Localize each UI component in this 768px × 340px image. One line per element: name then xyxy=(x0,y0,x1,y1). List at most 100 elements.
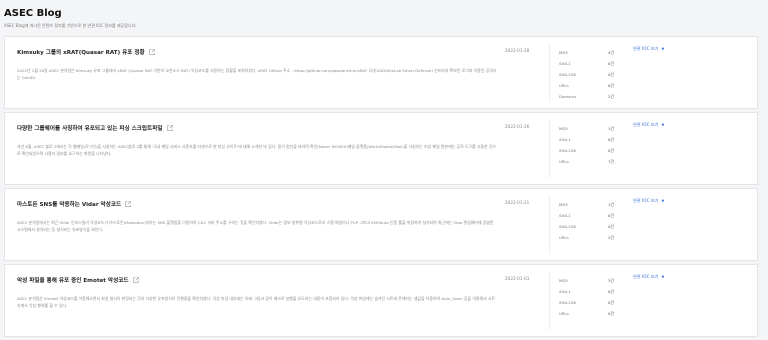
post-card: Kimsuky 그룹의 xRAT(Quasar RAT) 유포 정황 2022-… xyxy=(4,36,758,109)
view-ioc-label[interactable]: 연관 IOC 보기 xyxy=(633,46,659,52)
post-date: 2022-01-26 xyxy=(505,124,530,129)
post-description: ASEC 분석팀에서는 최근 Vidar 인포스틸러 악성코드가 마스토돈(Ma… xyxy=(17,220,494,232)
stat-sha1: SHA-1 0건 xyxy=(559,134,614,145)
stat-count: 0건 xyxy=(607,136,614,142)
view-ioc-button[interactable]: 연관 IOC 보기 ▼ xyxy=(633,198,664,204)
stat-label: URLs xyxy=(559,159,569,164)
stat-count: 0건 xyxy=(607,288,614,294)
post-content: Kimsuky 그룹의 xRAT(Quasar RAT) 유포 정황 2022-… xyxy=(17,37,552,108)
post-title-link[interactable]: 악성 파일을 통해 유포 중인 Emotet 악성코드 xyxy=(17,276,139,284)
stat-sha256: SHA-256 0건 xyxy=(559,69,614,80)
stat-md5: MD5 1건 xyxy=(559,123,614,134)
stat-count: 4건 xyxy=(607,49,614,55)
stat-sha1: SHA-1 0건 xyxy=(559,58,614,69)
page-title: ASEC Blog xyxy=(4,8,62,19)
stat-label: MD5 xyxy=(559,50,568,55)
stat-sha1: SHA-1 0건 xyxy=(559,286,614,297)
caret-down-icon[interactable]: ▼ xyxy=(662,275,665,279)
stat-urls: URLs 7건 xyxy=(559,156,614,167)
post-card: 다양한 그룹웨어를 사칭하여 유포되고 있는 피싱 스크립트파일 2022-01… xyxy=(4,112,758,185)
stat-label: URLs xyxy=(559,235,569,240)
view-ioc-button[interactable]: 연관 IOC 보기 ▼ xyxy=(633,46,664,52)
ioc-stats: MD5 1건 SHA-1 0건 SHA-256 0건 URLs 2건 xyxy=(559,199,614,243)
stat-sha256: SHA-256 0건 xyxy=(559,297,614,308)
stat-count: 0건 xyxy=(607,223,614,229)
post-date: 2022-01-03 xyxy=(505,276,530,281)
external-link-icon[interactable] xyxy=(132,277,139,283)
view-ioc-button[interactable]: 연관 IOC 보기 ▼ xyxy=(633,274,664,280)
page-subtitle: ASEC Blog에 게시된 콘텐츠 정보를 기반으로 한 연관 IOC 정보를… xyxy=(4,23,137,28)
stat-count: 7건 xyxy=(607,158,614,164)
divider xyxy=(549,119,550,178)
caret-down-icon[interactable]: ▼ xyxy=(662,199,665,203)
view-ioc-label[interactable]: 연관 IOC 보기 xyxy=(633,274,659,280)
stat-label: SHA-1 xyxy=(559,61,571,66)
post-content: 악성 파일을 통해 유포 중인 Emotet 악성코드 2022-01-03 A… xyxy=(17,265,552,336)
stat-label: SHA-256 xyxy=(559,148,576,153)
view-ioc-label[interactable]: 연관 IOC 보기 xyxy=(633,198,659,204)
view-ioc-label[interactable]: 연관 IOC 보기 xyxy=(633,122,659,128)
post-date: 2022-01-28 xyxy=(505,48,530,53)
stat-md5: MD5 1건 xyxy=(559,199,614,210)
stat-count: 0건 xyxy=(607,310,614,316)
stat-md5: MD5 4건 xyxy=(559,47,614,58)
caret-down-icon[interactable]: ▼ xyxy=(662,47,665,51)
ioc-stats: MD5 4건 SHA-1 0건 SHA-256 0건 URLs 0건 Domains 2건 xyxy=(559,47,614,102)
post-title[interactable]: 마스토돈 SNS를 악용하는 Vidar 악성코드 xyxy=(17,200,121,208)
external-link-icon[interactable] xyxy=(148,49,155,55)
stat-label: URLs xyxy=(559,83,569,88)
divider xyxy=(549,43,550,102)
stat-md5: MD5 3건 xyxy=(559,275,614,286)
external-link-icon[interactable] xyxy=(125,201,131,207)
post-description: 과년 6월, ASEC 블로그에서는 각 웹메일(로그인)을 사칭하는 ASEC… xyxy=(17,144,496,156)
ioc-stats: MD5 1건 SHA-1 0건 SHA-256 0건 URLs 7건 xyxy=(559,123,614,167)
stat-count: 3건 xyxy=(607,277,614,283)
caret-down-icon[interactable]: ▼ xyxy=(662,123,665,127)
stat-sha256: SHA-256 0건 xyxy=(559,221,614,232)
stat-count: 0건 xyxy=(607,71,614,77)
post-date: 2022-01-21 xyxy=(505,200,530,205)
stat-urls: URLs 0건 xyxy=(559,308,614,319)
stat-urls: URLs 0건 xyxy=(559,80,614,91)
stat-label: URLs xyxy=(559,311,569,316)
post-title-link[interactable]: Kimsuky 그룹의 xRAT(Quasar RAT) 유포 정황 xyxy=(17,48,155,56)
stat-urls: URLs 2건 xyxy=(559,232,614,243)
stat-count: 1건 xyxy=(607,125,614,131)
stat-label: SHA-1 xyxy=(559,137,571,142)
post-title[interactable]: Kimsuky 그룹의 xRAT(Quasar RAT) 유포 정황 xyxy=(17,48,145,56)
stat-count: 2건 xyxy=(607,93,614,99)
stat-count: 0건 xyxy=(607,147,614,153)
stat-sha256: SHA-256 0건 xyxy=(559,145,614,156)
page-header: ASEC Blog ASEC Blog에 게시된 콘텐츠 정보를 기반으로 한 … xyxy=(0,0,768,36)
stat-label: SHA-256 xyxy=(559,300,576,305)
post-content: 다양한 그룹웨어를 사칭하여 유포되고 있는 피싱 스크립트파일 2022-01… xyxy=(17,113,552,184)
stat-count: 0건 xyxy=(607,212,614,218)
divider xyxy=(549,271,550,330)
post-description: 2022년 1월 26일 ASEC 분석팀은 Kimsuky 유포 그룹에서 x… xyxy=(17,68,497,80)
stat-label: MD5 xyxy=(559,126,568,131)
stat-count: 0건 xyxy=(607,82,614,88)
stat-count: 1건 xyxy=(607,201,614,207)
stat-domains: Domains 2건 xyxy=(559,91,614,102)
divider xyxy=(549,195,550,254)
view-ioc-button[interactable]: 연관 IOC 보기 ▼ xyxy=(633,122,664,128)
external-link-icon[interactable] xyxy=(166,125,173,131)
post-list: Kimsuky 그룹의 xRAT(Quasar RAT) 유포 정황 2022-… xyxy=(4,36,758,340)
post-title-link[interactable]: 마스토돈 SNS를 악용하는 Vidar 악성코드 xyxy=(17,200,131,208)
stat-count: 0건 xyxy=(607,60,614,66)
post-title-link[interactable]: 다양한 그룹웨어를 사칭하여 유포되고 있는 피싱 스크립트파일 xyxy=(17,124,173,132)
post-card: 악성 파일을 통해 유포 중인 Emotet 악성코드 2022-01-03 A… xyxy=(4,264,758,337)
post-description: ASEC 분석팀은 Emotet 악성코드를 이용해오면서 파일 형식이 변경되… xyxy=(17,296,496,308)
stat-label: Domains xyxy=(559,94,577,99)
stat-label: MD5 xyxy=(559,278,568,283)
ioc-stats: MD5 3건 SHA-1 0건 SHA-256 0건 URLs 0건 xyxy=(559,275,614,319)
stat-count: 0건 xyxy=(607,299,614,305)
post-content: 마스토돈 SNS를 악용하는 Vidar 악성코드 2022-01-21 ASE… xyxy=(17,189,552,260)
stat-count: 2건 xyxy=(607,234,614,240)
stat-label: SHA-1 xyxy=(559,289,571,294)
post-title[interactable]: 다양한 그룹웨어를 사칭하여 유포되고 있는 피싱 스크립트파일 xyxy=(17,124,163,132)
stat-label: SHA-256 xyxy=(559,72,576,77)
post-title[interactable]: 악성 파일을 통해 유포 중인 Emotet 악성코드 xyxy=(17,276,129,284)
stat-label: SHA-1 xyxy=(559,213,571,218)
post-card: 마스토돈 SNS를 악용하는 Vidar 악성코드 2022-01-21 ASE… xyxy=(4,188,758,261)
